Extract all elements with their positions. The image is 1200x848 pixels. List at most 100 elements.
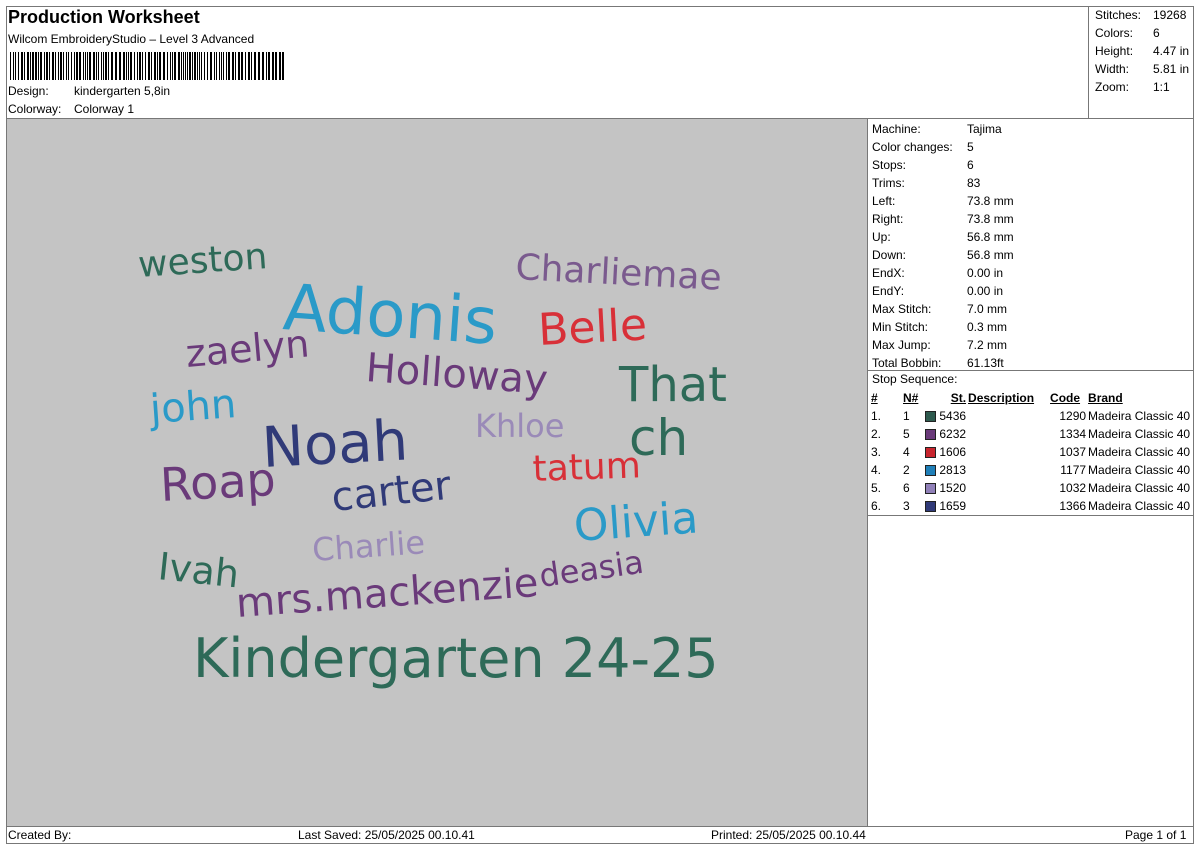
design-preview: weston Adonis Charliemae Belle zaelyn Ho… bbox=[7, 119, 867, 826]
stitch-count: 6232 bbox=[939, 427, 967, 441]
needle-number: 5 bbox=[903, 427, 910, 441]
color-changes-row: Color changes: 5 bbox=[872, 140, 974, 154]
machine-info: Machine: Tajima Color changes: 5 Stops: 6 T… bbox=[872, 120, 1190, 372]
colorway-label: Colorway: bbox=[8, 102, 62, 116]
thread-code: 1366 bbox=[1059, 499, 1087, 513]
design-word: tatum bbox=[532, 445, 642, 490]
design-word: Belle bbox=[537, 299, 648, 356]
colorway-value: Colorway 1 bbox=[74, 102, 135, 116]
stitch-count: 1659 bbox=[939, 499, 967, 513]
needle-number: 2 bbox=[903, 463, 910, 477]
col-stitches-header: St. bbox=[950, 391, 967, 405]
design-word: weston bbox=[137, 236, 269, 286]
row-number: 2. bbox=[871, 427, 882, 441]
design-word: Charliemae bbox=[515, 247, 723, 299]
design-value: kindergarten 5,8in bbox=[74, 84, 171, 98]
design-word: Charlie bbox=[311, 523, 426, 569]
color-swatch bbox=[925, 447, 936, 459]
color-swatch bbox=[925, 465, 936, 477]
col-num-header: # bbox=[871, 391, 878, 405]
col-description-header: Description bbox=[968, 391, 1035, 405]
thread-code: 1037 bbox=[1059, 445, 1087, 459]
stitch-count: 2813 bbox=[939, 463, 967, 477]
stat-width: Width: 5.81 in bbox=[1095, 62, 1190, 76]
endx-row: EndX: 0.00 in bbox=[872, 266, 1004, 280]
stop-sequence-title: Stop Sequence: bbox=[872, 372, 958, 386]
stat-zoom: Zoom: 1:1 bbox=[1095, 80, 1170, 94]
divider-stop-sequence bbox=[868, 370, 1194, 371]
col-needle-header: N# bbox=[903, 391, 919, 405]
design-word: Roap bbox=[159, 452, 277, 512]
divider-table-end bbox=[868, 515, 1194, 516]
design-label: Design: bbox=[8, 84, 49, 98]
worksheet-header: Production Worksheet Wilcom EmbroiderySt… bbox=[6, 6, 1088, 118]
stat-height: Height: 4.47 in bbox=[1095, 44, 1190, 58]
needle-number: 6 bbox=[903, 481, 910, 495]
row-number: 1. bbox=[871, 409, 882, 423]
right-row: Right: 73.8 mm bbox=[872, 212, 1014, 226]
table-row: 1. 1 5436 1290 Madeira Classic 40 bbox=[870, 407, 1192, 425]
table-row: 4. 2 2813 1177 Madeira Classic 40 bbox=[870, 461, 1192, 479]
software-subtitle: Wilcom EmbroideryStudio – Level 3 Advanc… bbox=[8, 32, 255, 46]
design-stats: Stitches: 19268 Colors: 6 Height: 4.47 in W… bbox=[1088, 6, 1194, 118]
table-row: 6. 3 1659 1366 Madeira Classic 40 bbox=[870, 497, 1192, 515]
row-number: 6. bbox=[871, 499, 882, 513]
color-swatch bbox=[925, 501, 936, 513]
design-word: john bbox=[147, 381, 237, 433]
color-swatch bbox=[925, 411, 936, 423]
up-row: Up: 56.8 mm bbox=[872, 230, 1014, 244]
color-swatch bbox=[925, 483, 936, 495]
design-word: mrs.mackenzie bbox=[234, 560, 539, 627]
max-stitch-row: Max Stitch: 7.0 mm bbox=[872, 302, 1008, 316]
col-brand-header: Brand bbox=[1088, 391, 1123, 405]
design-word: Holloway bbox=[364, 345, 549, 404]
machine-row: Machine: Tajima bbox=[872, 122, 1002, 136]
page-title: Production Worksheet bbox=[8, 7, 200, 27]
thread-code: 1032 bbox=[1059, 481, 1087, 495]
design-row: Design: kindergarten 5,8in bbox=[8, 84, 170, 98]
design-word: That bbox=[618, 357, 727, 413]
thread-brand: Madeira Classic 40 bbox=[1088, 481, 1191, 495]
barcode-graphic bbox=[10, 52, 284, 80]
design-word: deasia bbox=[537, 543, 646, 595]
thread-brand: Madeira Classic 40 bbox=[1088, 445, 1191, 459]
table-row: 5. 6 1520 1032 Madeira Classic 40 bbox=[870, 479, 1192, 497]
thread-brand: Madeira Classic 40 bbox=[1088, 409, 1191, 423]
table-row: 2. 5 6232 1334 Madeira Classic 40 bbox=[870, 425, 1192, 443]
printed-date: Printed: 25/05/2025 00.10.44 bbox=[711, 828, 866, 842]
last-saved: Last Saved: 25/05/2025 00.10.41 bbox=[298, 828, 475, 842]
stat-colors: Colors: 6 bbox=[1095, 26, 1160, 40]
max-jump-row: Max Jump: 7.2 mm bbox=[872, 338, 1008, 352]
color-swatch bbox=[925, 429, 936, 441]
needle-number: 1 bbox=[903, 409, 910, 423]
trims-row: Trims: 83 bbox=[872, 176, 981, 190]
endy-row: EndY: 0.00 in bbox=[872, 284, 1004, 298]
design-word: Ivah bbox=[156, 544, 241, 596]
needle-number: 3 bbox=[903, 499, 910, 513]
min-stitch-row: Min Stitch: 0.3 mm bbox=[872, 320, 1008, 334]
stitch-count: 1606 bbox=[939, 445, 967, 459]
thread-code: 1334 bbox=[1059, 427, 1087, 441]
row-number: 3. bbox=[871, 445, 882, 459]
table-header-row: # N# St. Description Code Brand bbox=[870, 389, 1192, 407]
left-row: Left: 73.8 mm bbox=[872, 194, 1014, 208]
thread-brand: Madeira Classic 40 bbox=[1088, 463, 1191, 477]
stop-sequence-rows: 1. 1 5436 1290 Madeira Classic 40 2. 5 6232 13… bbox=[870, 407, 1192, 515]
row-number: 5. bbox=[871, 481, 882, 495]
divider-footer bbox=[6, 826, 1194, 827]
design-word: Khloe bbox=[475, 407, 564, 445]
divider-vertical bbox=[867, 118, 868, 826]
stitch-count: 5436 bbox=[939, 409, 967, 423]
stat-stitches: Stitches: 19268 bbox=[1095, 8, 1187, 22]
down-row: Down: 56.8 mm bbox=[872, 248, 1014, 262]
colorway-row: Colorway: Colorway 1 bbox=[8, 102, 134, 116]
stop-sequence-table: # N# St. Description Code Brand 1. 1 5436… bbox=[870, 389, 1192, 515]
thread-brand: Madeira Classic 40 bbox=[1088, 499, 1191, 513]
col-code-header: Code bbox=[1050, 391, 1081, 405]
thread-code: 1177 bbox=[1060, 463, 1087, 477]
thread-brand: Madeira Classic 40 bbox=[1088, 427, 1191, 441]
stops-row: Stops: 6 bbox=[872, 158, 974, 172]
created-by: Created By: bbox=[8, 828, 72, 842]
design-word: Kindergarten 24-25 bbox=[193, 627, 719, 690]
thread-code: 1290 bbox=[1059, 409, 1087, 423]
